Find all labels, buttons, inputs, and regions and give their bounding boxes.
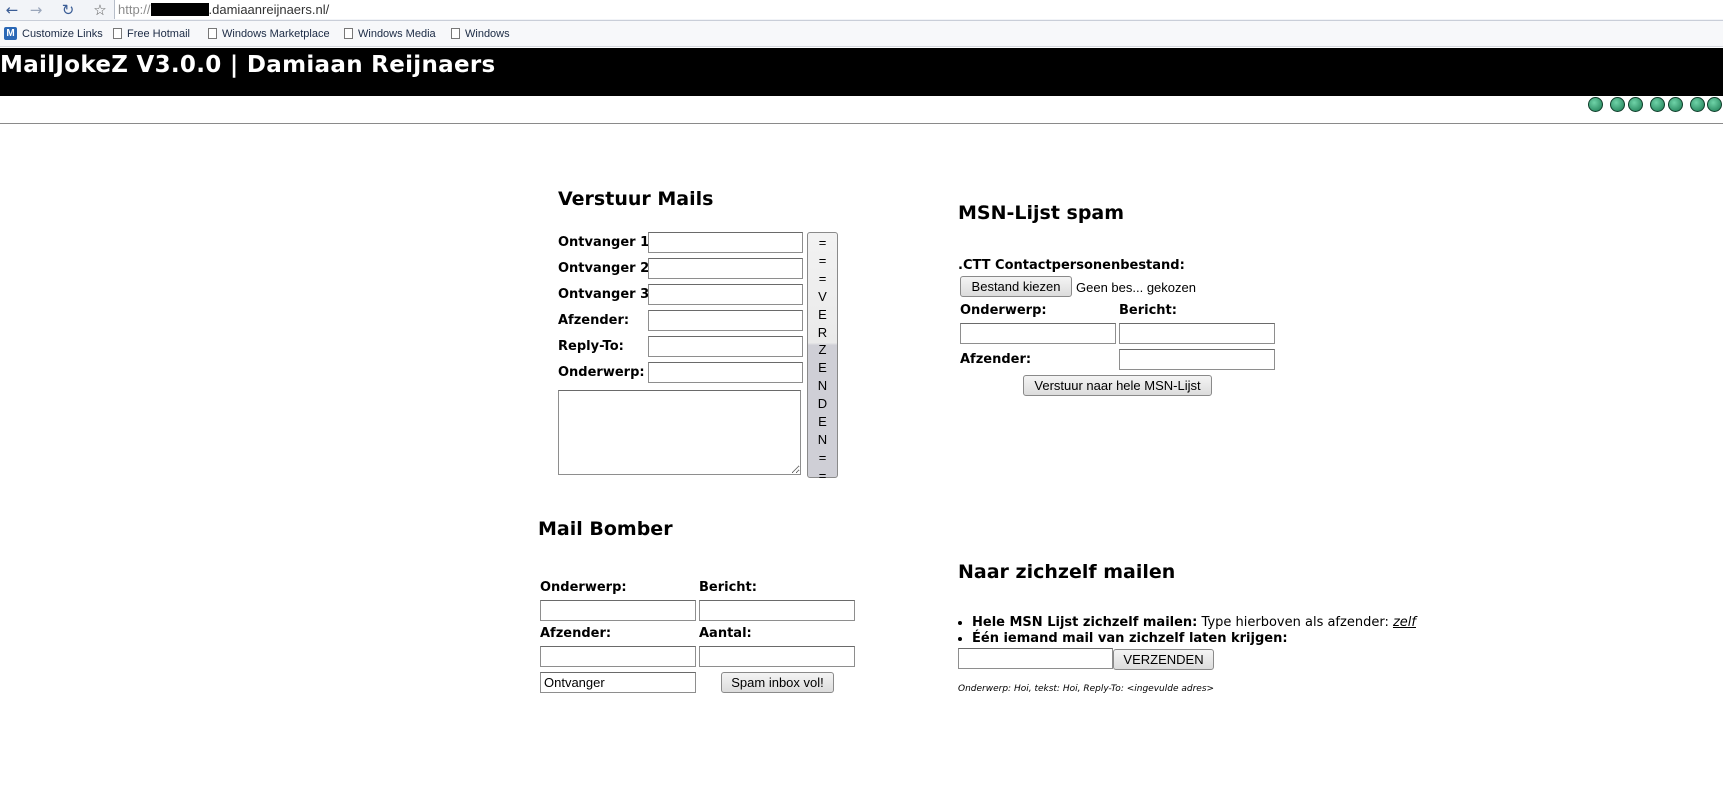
message-textarea[interactable] — [558, 390, 801, 475]
bookmark-label: Windows Marketplace — [222, 27, 330, 40]
msn-sender-input[interactable] — [1119, 349, 1275, 370]
url-protocol: http:// — [118, 2, 151, 17]
tip1-bold: Hele MSN Lijst zichzelf mailen: — [972, 615, 1198, 630]
button-char: E — [818, 306, 827, 322]
reload-icon[interactable]: ↻ — [57, 0, 79, 20]
msn-subject-label: Onderwerp: — [960, 303, 1047, 318]
button-char: = — [818, 235, 827, 250]
recipient2-input[interactable] — [648, 258, 803, 279]
self-mail-note: Onderwerp: Hoi, tekst: Hoi, Reply-To: <i… — [958, 684, 1215, 694]
button-char: N — [817, 431, 828, 447]
bookmark-windows[interactable]: Windows — [451, 21, 510, 46]
button-char: = — [818, 467, 827, 483]
self-mail-tips: Hele MSN Lijst zichzelf mailen: Type hie… — [958, 615, 1416, 647]
button-char: V — [818, 288, 827, 304]
msn-sender-label: Afzender: — [960, 352, 1032, 367]
button-char: = — [818, 449, 827, 465]
msn-subject-input[interactable] — [960, 323, 1116, 344]
horizontal-rule — [0, 123, 1723, 124]
bomber-message-input[interactable] — [699, 600, 855, 621]
msn-icon: M — [4, 27, 17, 40]
tip-item: Één iemand mail van zichzelf laten krijg… — [972, 631, 1416, 647]
url-domain: .damiaanreijnaers.nl/ — [208, 2, 330, 17]
button-char: = — [818, 270, 827, 286]
recipient1-label: Ontvanger 1: — [558, 235, 655, 250]
spam-inbox-button[interactable]: Spam inbox vol! — [721, 672, 834, 693]
msn-message-label: Bericht: — [1119, 303, 1177, 318]
sender-label: Afzender: — [558, 313, 630, 328]
msn-spam-title: MSN-Lijst spam — [958, 202, 1125, 224]
button-char: Z — [818, 342, 827, 358]
bomber-count-label: Aantal: — [699, 626, 752, 641]
button-char: E — [818, 414, 827, 430]
bomber-sender-label: Afzender: — [540, 626, 612, 641]
page-icon — [451, 28, 460, 39]
smiley-icon[interactable] — [1650, 97, 1665, 112]
button-char: E — [818, 360, 827, 376]
tip-item: Hele MSN Lijst zichzelf mailen: Type hie… — [972, 615, 1416, 631]
bookmark-windows-marketplace[interactable]: Windows Marketplace — [208, 21, 330, 46]
subject-label: Onderwerp: — [558, 365, 645, 380]
bookmarks-bar: M Customize Links Free Hotmail Windows M… — [0, 21, 1723, 47]
bomber-recipient-input[interactable] — [540, 672, 696, 693]
address-bar[interactable]: http:// .damiaanreijnaers.nl/ — [114, 0, 1723, 19]
bookmark-customize-links[interactable]: M Customize Links — [4, 21, 103, 46]
smiley-icon[interactable] — [1668, 97, 1683, 112]
bookmark-free-hotmail[interactable]: Free Hotmail — [113, 21, 190, 46]
bookmark-label: Customize Links — [22, 27, 103, 40]
send-mails-title: Verstuur Mails — [558, 188, 714, 210]
mail-bomber-title: Mail Bomber — [538, 518, 673, 540]
bookmark-windows-media[interactable]: Windows Media — [344, 21, 436, 46]
smiley-icon[interactable] — [1588, 97, 1603, 112]
send-mails-button[interactable]: = = = V E R Z E N D E N = = — [807, 232, 838, 483]
bomber-count-input[interactable] — [699, 646, 855, 667]
file-status-text: Geen bes... gekozen — [1076, 280, 1196, 295]
msn-message-input[interactable] — [1119, 323, 1275, 344]
self-mail-title: Naar zichzelf mailen — [958, 561, 1176, 583]
bomber-subject-label: Onderwerp: — [540, 580, 627, 595]
subject-input[interactable] — [648, 362, 803, 383]
recipient3-input[interactable] — [648, 284, 803, 305]
tip2-bold: Één iemand mail van zichzelf laten krijg… — [972, 631, 1288, 646]
page-icon — [113, 28, 122, 39]
choose-file-button[interactable]: Bestand kiezen — [960, 276, 1072, 297]
recipient2-label: Ontvanger 2: — [558, 261, 655, 276]
bookmark-label: Windows — [465, 27, 510, 40]
bookmark-label: Windows Media — [358, 27, 436, 40]
send-to-msn-list-button[interactable]: Verstuur naar hele MSN-Lijst — [1023, 375, 1212, 396]
page-icon — [208, 28, 217, 39]
bomber-message-label: Bericht: — [699, 580, 757, 595]
page-icon — [344, 28, 353, 39]
forward-arrow-icon[interactable]: → — [25, 0, 47, 20]
reply-to-input[interactable] — [648, 336, 803, 357]
zelf-keyword: zelf — [1392, 615, 1416, 630]
bomber-subject-input[interactable] — [540, 600, 696, 621]
recipient1-input[interactable] — [648, 232, 803, 253]
back-arrow-icon[interactable]: ← — [1, 0, 23, 20]
smiley-icon[interactable] — [1690, 97, 1705, 112]
bookmark-label: Free Hotmail — [127, 27, 190, 40]
button-char: = — [818, 252, 827, 268]
smiley-icon[interactable] — [1610, 97, 1625, 112]
button-char: N — [817, 378, 828, 394]
sender-input[interactable] — [648, 310, 803, 331]
self-mail-address-input[interactable] — [958, 648, 1113, 669]
reply-to-label: Reply-To: — [558, 339, 624, 354]
star-icon[interactable]: ☆ — [89, 0, 111, 20]
url-redaction — [150, 3, 209, 16]
smiley-icon[interactable] — [1628, 97, 1643, 112]
self-mail-send-button[interactable]: VERZENDEN — [1113, 649, 1214, 670]
recipient3-label: Ontvanger 3: — [558, 287, 655, 302]
tip1-text: Type hierboven als afzender: — [1201, 615, 1389, 630]
smiley-icon[interactable] — [1707, 97, 1722, 112]
bomber-sender-input[interactable] — [540, 646, 696, 667]
browser-toolbar: ← → ↻ ☆ http:// .damiaanreijnaers.nl/ — [0, 0, 1723, 21]
ctt-file-label: .CTT Contactpersonenbestand: — [958, 258, 1185, 273]
button-char: D — [817, 396, 828, 412]
site-title: MailJokeZ V3.0.0 | Damiaan Reijnaers — [0, 52, 496, 78]
button-char: R — [817, 324, 828, 340]
